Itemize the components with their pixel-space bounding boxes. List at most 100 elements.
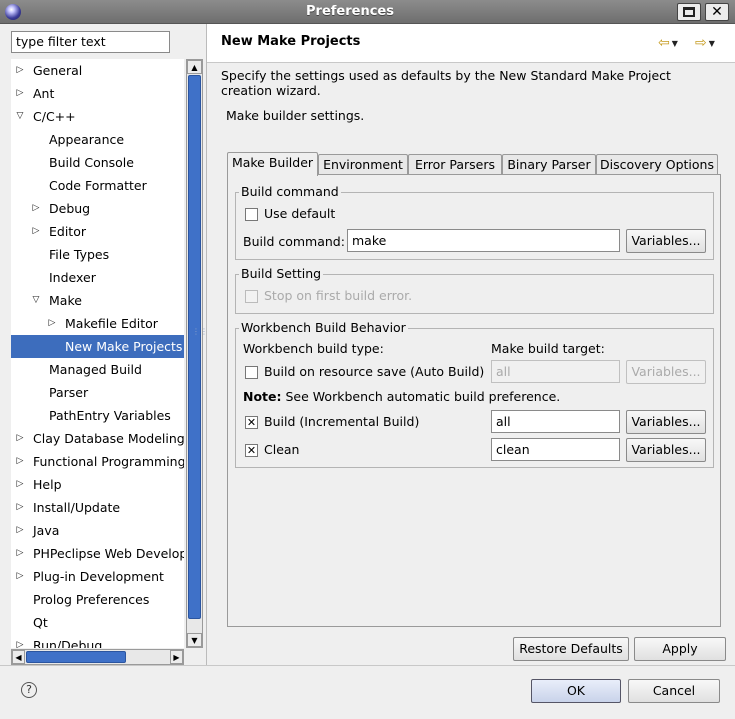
tree-horizontal-scrollbar[interactable]: ◀ ▶ (11, 649, 184, 665)
make-builder-tab-panel: Build command Use default Build command:… (227, 174, 721, 627)
auto-build-target-input[interactable]: all (491, 360, 620, 383)
maximize-icon (683, 7, 695, 17)
tree-item-label: Makefile Editor (65, 316, 158, 331)
restore-defaults-button[interactable]: Restore Defaults (513, 637, 629, 661)
chevron-down-icon: ▼ (708, 38, 715, 48)
scroll-up-arrow-icon[interactable]: ▲ (187, 60, 202, 74)
auto-build-checkbox[interactable] (245, 366, 258, 379)
tree-item[interactable]: Indexer (11, 266, 184, 289)
tree-item[interactable]: Parser (11, 381, 184, 404)
collapsed-triangle-icon[interactable]: ▷ (15, 473, 25, 496)
incremental-build-label: Build (Incremental Build) (264, 414, 420, 429)
back-button[interactable]: ⇦ ▼ (658, 35, 678, 51)
horizontal-scroll-thumb[interactable] (26, 651, 126, 663)
collapsed-triangle-icon[interactable]: ▷ (15, 427, 25, 450)
tree-item[interactable]: ▷ Editor (11, 220, 184, 243)
tab-environment[interactable]: Environment (318, 154, 408, 175)
build-command-group: Build command Use default Build command:… (235, 184, 714, 260)
tree-item[interactable]: ▷ Functional Programming (11, 450, 184, 473)
tree-item[interactable]: ▷ Clay Database Modeling (11, 427, 184, 450)
tab-error-parsers[interactable]: Error Parsers (408, 154, 502, 175)
group-title: Workbench Build Behavior (239, 320, 408, 335)
note-message: See Workbench automatic build preference… (285, 389, 561, 404)
tree-item[interactable]: ▷ Java (11, 519, 184, 542)
incremental-build-target-input[interactable]: all (491, 410, 620, 433)
tree-item[interactable]: Appearance (11, 128, 184, 151)
collapsed-triangle-icon[interactable]: ▷ (15, 519, 25, 542)
help-icon[interactable]: ? (21, 682, 37, 698)
workbench-build-type-label: Workbench build type: (243, 341, 384, 356)
auto-build-variables-button[interactable]: Variables... (626, 360, 706, 384)
tree-item[interactable]: ▷ Run/Debug (11, 634, 184, 648)
clean-target-input[interactable]: clean (491, 438, 620, 461)
tree-item-label: Parser (49, 385, 89, 400)
tree-item[interactable]: File Types (11, 243, 184, 266)
tree-item[interactable]: ▽ Make (11, 289, 184, 312)
note-label: Note: (243, 389, 282, 404)
collapsed-triangle-icon[interactable]: ▷ (15, 565, 25, 588)
tree-item-label: Managed Build (49, 362, 142, 377)
cancel-button[interactable]: Cancel (628, 679, 720, 703)
incremental-build-checkbox[interactable]: ✕ (245, 416, 258, 429)
tree-item[interactable]: ▽ C/C++ (11, 105, 184, 128)
stop-on-error-checkbox[interactable] (245, 290, 258, 303)
tree-item[interactable]: ▷ Ant (11, 82, 184, 105)
tree-vertical-scrollbar[interactable]: ▲ ▼ (186, 59, 203, 648)
collapsed-triangle-icon[interactable]: ▷ (15, 496, 25, 519)
tree-item-label: Ant (33, 86, 55, 101)
collapsed-triangle-icon[interactable]: ▷ (31, 220, 41, 243)
tree-item[interactable]: ▷ Help (11, 473, 184, 496)
clean-checkbox[interactable]: ✕ (245, 444, 258, 457)
scroll-right-arrow-icon[interactable]: ▶ (170, 650, 183, 664)
tab-discovery-options[interactable]: Discovery Options (596, 154, 718, 175)
tab-binary-parser[interactable]: Binary Parser (502, 154, 596, 175)
collapsed-triangle-icon[interactable]: ▷ (15, 82, 25, 105)
collapsed-triangle-icon[interactable]: ▷ (15, 542, 25, 565)
forward-arrow-icon: ⇨ (695, 35, 707, 51)
maximize-button[interactable] (677, 3, 701, 21)
tree-item-label: C/C++ (33, 109, 76, 124)
ok-button[interactable]: OK (531, 679, 621, 703)
tree-item[interactable]: Prolog Preferences (11, 588, 184, 611)
apply-button[interactable]: Apply (634, 637, 726, 661)
close-icon: ✕ (711, 4, 723, 20)
collapsed-triangle-icon[interactable]: ▷ (15, 634, 25, 648)
incremental-build-variables-button[interactable]: Variables... (626, 410, 706, 434)
tree-item-label: Prolog Preferences (33, 592, 150, 607)
tree-item[interactable]: Build Console (11, 151, 184, 174)
tree-item[interactable]: Managed Build (11, 358, 184, 381)
tree-item[interactable]: ▷ Install/Update (11, 496, 184, 519)
collapsed-triangle-icon[interactable]: ▷ (47, 312, 57, 335)
collapsed-triangle-icon[interactable]: ▷ (15, 450, 25, 473)
tab-make-builder[interactable]: Make Builder (227, 152, 318, 176)
filter-input[interactable]: type filter text (11, 31, 170, 53)
sash-grip-icon[interactable]: ⋮⋮ (192, 328, 208, 344)
use-default-label: Use default (264, 206, 336, 221)
collapsed-triangle-icon[interactable]: ▷ (31, 197, 41, 220)
collapsed-triangle-icon[interactable]: ▷ (15, 59, 25, 82)
expanded-triangle-icon[interactable]: ▽ (31, 289, 41, 312)
build-command-variables-button[interactable]: Variables... (626, 229, 706, 253)
tree-item[interactable]: ▷ General (11, 59, 184, 82)
build-command-input[interactable]: make (347, 229, 620, 252)
scroll-left-arrow-icon[interactable]: ◀ (12, 650, 25, 664)
tree-item[interactable]: ▷ Plug-in Development (11, 565, 184, 588)
tree-item[interactable]: New Make Projects (11, 335, 184, 358)
expanded-triangle-icon[interactable]: ▽ (15, 105, 25, 128)
scroll-down-arrow-icon[interactable]: ▼ (187, 633, 202, 647)
page-description: Specify the settings used as defaults by… (221, 68, 671, 98)
tree-item-label: Run/Debug (33, 638, 103, 648)
vertical-scroll-thumb[interactable] (188, 75, 201, 619)
close-button[interactable]: ✕ (705, 3, 729, 21)
tree-item[interactable]: PathEntry Variables (11, 404, 184, 427)
tree-item[interactable]: ▷ PHPeclipse Web Development (11, 542, 184, 565)
forward-button[interactable]: ⇨ ▼ (695, 35, 715, 51)
tree-item[interactable]: ▷ Makefile Editor (11, 312, 184, 335)
clean-variables-button[interactable]: Variables... (626, 438, 706, 462)
tree-item-label: Indexer (49, 270, 96, 285)
chevron-down-icon: ▼ (671, 38, 678, 48)
use-default-checkbox[interactable] (245, 208, 258, 221)
tree-item[interactable]: ▷ Debug (11, 197, 184, 220)
tree-item[interactable]: Qt (11, 611, 184, 634)
tree-item[interactable]: Code Formatter (11, 174, 184, 197)
